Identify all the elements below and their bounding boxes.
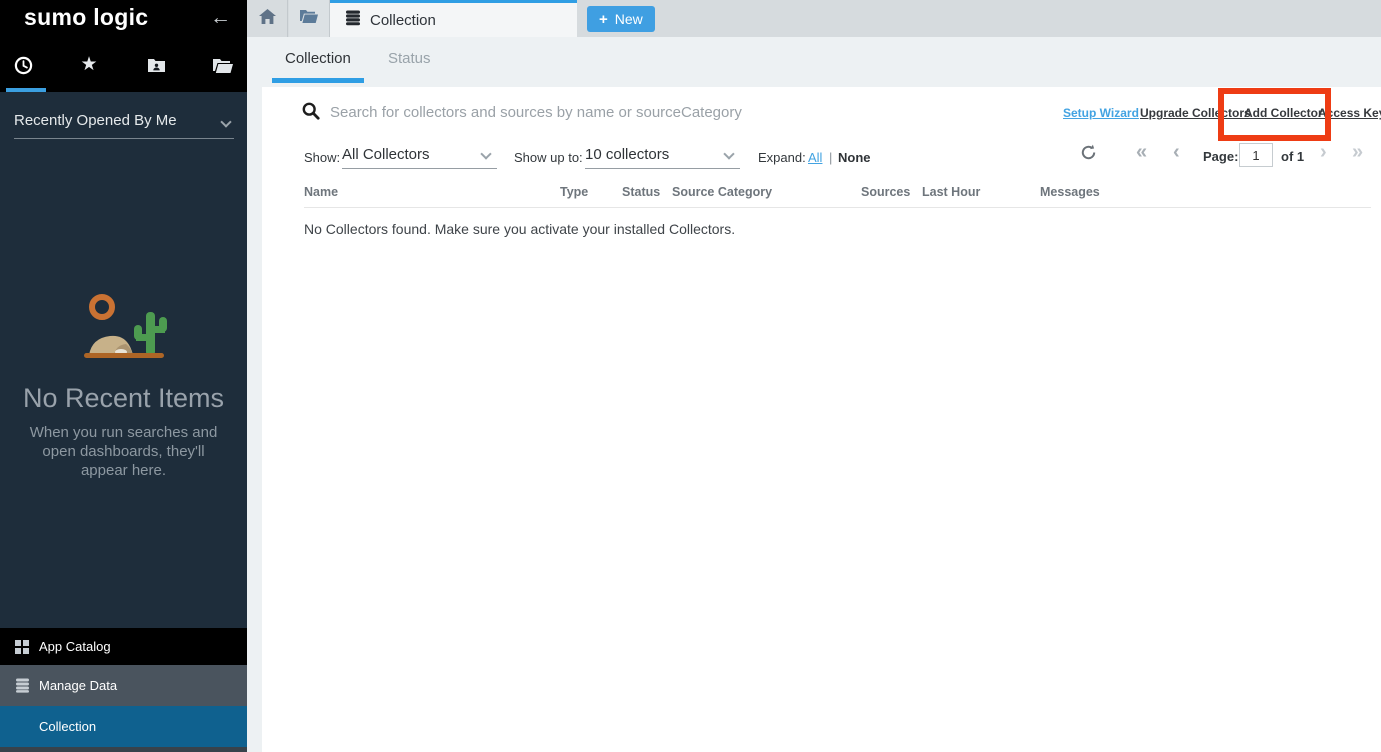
- new-button-label: New: [615, 11, 643, 27]
- library-open-folder-icon[interactable]: [212, 54, 234, 76]
- search-input[interactable]: [330, 100, 950, 124]
- page-count-label: of 1: [1281, 149, 1304, 164]
- sidebar-item-app-catalog[interactable]: App Catalog: [0, 628, 247, 665]
- sidebar: sumo logic ← ★ Recently Opened By Me: [0, 0, 247, 752]
- open-folder-icon: [300, 9, 318, 28]
- sidebar-bottom-divider: [0, 747, 247, 752]
- tab-label: Collection: [370, 12, 436, 29]
- collection-window-tab[interactable]: Collection: [330, 0, 577, 37]
- shared-content-folder-icon[interactable]: [145, 54, 167, 76]
- manage-data-label: Manage Data: [39, 678, 117, 693]
- show-filter-dropdown[interactable]: All Collectors: [342, 146, 430, 163]
- recently-opened-label: Recently Opened By Me: [14, 112, 177, 129]
- no-recent-items-title: No Recent Items: [0, 383, 247, 414]
- grid-icon: [15, 640, 30, 654]
- home-tab-button[interactable]: [247, 0, 288, 37]
- no-recent-items-description: When you run searches and open dashboard…: [20, 423, 227, 480]
- collector-table-header: Name Type Status Source Category Sources…: [304, 185, 1371, 208]
- browse-tab-button[interactable]: [289, 0, 330, 37]
- collection-database-icon: [345, 10, 361, 30]
- search-icon: [302, 102, 320, 125]
- limit-filter-label: Show up to:: [514, 150, 583, 165]
- collection-label: Collection: [39, 719, 96, 734]
- recents-clock-icon[interactable]: [12, 54, 34, 76]
- show-filter-underline: [342, 168, 497, 169]
- collapse-sidebar-arrow-icon[interactable]: ←: [210, 6, 231, 30]
- empty-table-message: No Collectors found. Make sure you activ…: [304, 221, 735, 237]
- sidebar-item-manage-data[interactable]: Manage Data: [0, 665, 247, 706]
- plus-icon: +: [599, 11, 608, 28]
- tab-status[interactable]: Status: [375, 37, 444, 83]
- expand-label: Expand:: [758, 150, 806, 165]
- app-catalog-label: App Catalog: [39, 639, 111, 654]
- column-header-type[interactable]: Type: [560, 185, 622, 207]
- column-header-sources[interactable]: Sources: [861, 185, 922, 207]
- first-page-icon[interactable]: «: [1136, 141, 1147, 164]
- tab-collection[interactable]: Collection: [272, 37, 364, 83]
- recently-opened-dropdown[interactable]: Recently Opened By Me: [14, 112, 234, 139]
- active-section-indicator: [6, 88, 46, 92]
- sidebar-item-collection[interactable]: Collection: [0, 706, 247, 747]
- refresh-icon[interactable]: [1080, 144, 1097, 166]
- page-subheader: Collection Status: [247, 37, 1381, 87]
- column-header-last-hour[interactable]: Last Hour: [922, 185, 1040, 207]
- page-label: Page:: [1203, 149, 1238, 164]
- access-keys-link[interactable]: Access Keys: [1318, 106, 1381, 120]
- column-header-messages[interactable]: Messages: [1040, 185, 1371, 207]
- column-header-name[interactable]: Name: [304, 185, 560, 207]
- add-collector-link[interactable]: Add Collector: [1244, 106, 1323, 120]
- chevron-down-icon: [220, 116, 231, 127]
- column-header-status[interactable]: Status: [622, 185, 672, 207]
- page-number-input[interactable]: [1239, 143, 1273, 167]
- last-page-icon[interactable]: »: [1352, 141, 1363, 164]
- favorites-star-icon[interactable]: ★: [78, 54, 100, 76]
- expand-all-link[interactable]: All: [808, 150, 822, 165]
- expand-separator: |: [829, 150, 832, 165]
- sumo-logic-logo: sumo logic: [24, 4, 148, 31]
- upgrade-collectors-link[interactable]: Upgrade Collectors: [1140, 106, 1251, 120]
- home-icon: [259, 9, 276, 29]
- setup-wizard-link[interactable]: Setup Wizard: [1063, 106, 1139, 120]
- expand-none-link[interactable]: None: [838, 150, 871, 165]
- column-header-source-category[interactable]: Source Category: [672, 185, 861, 207]
- desert-empty-state-illustration: [0, 290, 247, 371]
- main-area: Collection + New Collection Status Setup…: [247, 0, 1381, 752]
- database-icon: [15, 678, 30, 693]
- next-page-icon[interactable]: ›: [1320, 141, 1327, 164]
- show-filter-label: Show:: [304, 150, 340, 165]
- limit-filter-dropdown[interactable]: 10 collectors: [585, 146, 669, 163]
- prev-page-icon[interactable]: ‹: [1173, 141, 1180, 164]
- top-tab-strip: Collection + New: [247, 0, 1381, 37]
- new-button[interactable]: + New: [587, 6, 655, 32]
- sidebar-header: sumo logic ← ★: [0, 0, 247, 92]
- limit-filter-underline: [585, 168, 740, 169]
